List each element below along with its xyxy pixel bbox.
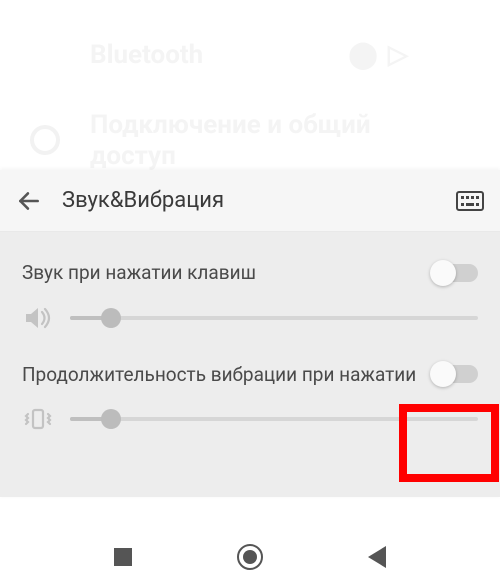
keyboard-icon[interactable] <box>456 191 484 211</box>
key-sound-row: Звук при нажатии клавиш <box>22 260 478 286</box>
highlight-box <box>399 404 499 482</box>
vibration-duration-label: Продолжительность вибрации при нажатии <box>22 362 418 388</box>
ghost-bluetooth: Bluetooth <box>90 40 203 70</box>
nav-home-button[interactable] <box>230 544 270 570</box>
key-sound-label: Звук при нажатии клавиш <box>22 260 418 286</box>
nav-recent-button[interactable] <box>103 548 143 566</box>
android-navbar <box>0 527 500 587</box>
prev-screen-ghost: Bluetooth ⬤ ▷ Подключение и общий доступ <box>0 0 500 170</box>
back-icon[interactable] <box>16 188 42 214</box>
nav-back-button[interactable] <box>357 546 397 568</box>
key-sound-slider[interactable] <box>70 304 478 332</box>
key-sound-switch[interactable] <box>432 264 478 282</box>
vibration-duration-row: Продолжительность вибрации при нажатии <box>22 362 478 388</box>
volume-icon <box>22 305 54 331</box>
vibration-duration-switch[interactable] <box>432 365 478 383</box>
sound-vibration-sheet: Звук&Вибрация Звук при нажатии клавиш Пр… <box>0 170 500 497</box>
appbar: Звук&Вибрация <box>0 170 500 232</box>
ghost-share: Подключение и общий доступ <box>90 110 410 172</box>
ghost-toggle: ⬤ ▷ <box>348 40 410 70</box>
vibration-icon <box>22 406 54 432</box>
key-sound-slider-row <box>22 304 478 332</box>
settings-content: Звук при нажатии клавиш Продолжительност… <box>0 232 500 497</box>
page-title: Звук&Вибрация <box>62 188 456 213</box>
